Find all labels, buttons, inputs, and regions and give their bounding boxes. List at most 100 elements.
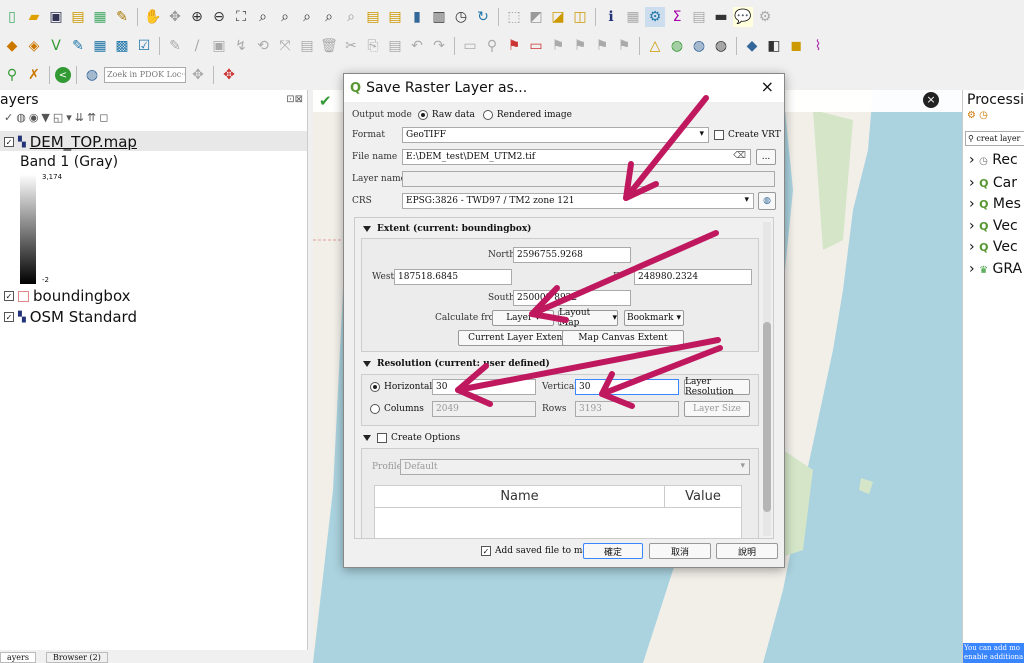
tab-browser[interactable]: Browser (2) bbox=[45, 651, 108, 663]
measure-icon[interactable]: ▬ bbox=[711, 7, 731, 27]
copy-icon[interactable]: ⎘ bbox=[363, 36, 383, 56]
layer-size-button[interactable]: Layer Size bbox=[684, 401, 750, 417]
zoom-last-icon[interactable]: ⌕ bbox=[319, 7, 339, 27]
pencil-icon[interactable]: ✎ bbox=[68, 36, 88, 56]
label-change-icon[interactable]: ⚑ bbox=[592, 36, 612, 56]
layer-name-input[interactable] bbox=[402, 171, 775, 187]
horizontal-radio[interactable] bbox=[370, 382, 380, 392]
style-manager-icon[interactable]: ✎ bbox=[112, 7, 132, 27]
statistics-icon[interactable]: Σ bbox=[667, 7, 687, 27]
deselect-icon[interactable]: ◪ bbox=[548, 7, 568, 27]
zoom-selection-icon[interactable]: ⌕ bbox=[253, 7, 273, 27]
vertical-input[interactable]: 30 bbox=[575, 379, 679, 395]
pdok-icon[interactable]: ◍ bbox=[82, 65, 102, 85]
node-tool-icon[interactable]: ⤧ bbox=[275, 36, 295, 56]
resolution-section-header[interactable]: Resolution (current: user defined) bbox=[363, 359, 550, 369]
layer-resolution-button[interactable]: Layer Resolution bbox=[684, 377, 750, 397]
crs-select[interactable]: EPSG:3826 - TWD97 / TM2 zone 121 ▾ bbox=[402, 193, 754, 209]
share-icon[interactable]: < bbox=[55, 67, 71, 83]
create-options-checkbox[interactable] bbox=[377, 433, 387, 443]
columns-input[interactable]: 2049 bbox=[432, 401, 536, 417]
processing-item-recent[interactable]: › ◷ Rec bbox=[969, 150, 1022, 173]
new-print-layout-icon[interactable]: ▤ bbox=[68, 7, 88, 27]
label-hide-icon[interactable]: ▭ bbox=[526, 36, 546, 56]
processing-settings-icon[interactable]: ⚙ bbox=[645, 7, 665, 27]
zoom-next-icon[interactable]: ⌕ bbox=[341, 7, 361, 27]
move-feature-icon[interactable]: ⟲ bbox=[253, 36, 273, 56]
calc-layer-button[interactable]: Layer ▾ bbox=[492, 310, 554, 326]
bookmark-button[interactable]: Bookmark ▾ bbox=[624, 310, 684, 326]
locator-search-icon[interactable]: ⚲ bbox=[2, 65, 22, 85]
modify-attr-icon[interactable]: ▤ bbox=[297, 36, 317, 56]
extent-section-header[interactable]: Extent (current: boundingbox) bbox=[363, 224, 531, 234]
processing-search-input[interactable]: ⚲ creat layer bbox=[965, 131, 1024, 146]
db-icon[interactable]: ◼ bbox=[786, 36, 806, 56]
processing-toolbar-icons[interactable]: ⚙ ◷ bbox=[967, 110, 988, 121]
digitize-v-icon[interactable]: ☑ bbox=[134, 36, 154, 56]
select-features-icon[interactable]: ⬚ bbox=[504, 7, 524, 27]
horizontal-input[interactable]: 30 bbox=[432, 379, 536, 395]
zoom-native-icon[interactable]: ⌕ bbox=[297, 7, 317, 27]
layer-boundingbox-checkbox[interactable]: ✓ bbox=[4, 291, 14, 301]
rendered-image-radio[interactable] bbox=[482, 110, 493, 120]
pan-icon[interactable]: ✋ bbox=[143, 7, 163, 27]
browse-button[interactable]: ... bbox=[756, 149, 776, 165]
south-input[interactable]: 250009 8922 bbox=[513, 290, 631, 306]
edit-pencil-icon[interactable]: ✎ bbox=[165, 36, 185, 56]
rows-input[interactable]: 3193 bbox=[575, 401, 679, 417]
help-button[interactable]: 說明 bbox=[716, 543, 778, 559]
globe-icon[interactable]: ◍ bbox=[667, 36, 687, 56]
layer-item-osm[interactable]: ✓ ▚ OSM Standard bbox=[4, 308, 137, 326]
raw-data-radio[interactable] bbox=[417, 110, 428, 120]
east-input[interactable]: 248980.2324 bbox=[634, 269, 752, 285]
scrollbar-thumb[interactable] bbox=[763, 322, 771, 512]
pdok-search-input[interactable]: Zoek in PDOK Loc··· bbox=[104, 67, 186, 83]
table-icon[interactable]: ▦ bbox=[90, 36, 110, 56]
cut-icon[interactable]: ✂ bbox=[341, 36, 361, 56]
checkmark-icon[interactable]: ✔ bbox=[319, 92, 332, 110]
map-tips-icon[interactable]: 💬 bbox=[733, 7, 753, 27]
dialog-close-button[interactable]: × bbox=[761, 77, 774, 96]
current-layer-extent-button[interactable]: Current Layer Extent bbox=[458, 330, 576, 346]
undo-icon[interactable]: ↶ bbox=[407, 36, 427, 56]
clear-icon[interactable]: ⌫ bbox=[733, 151, 746, 161]
crs-selector-button[interactable]: ◍ bbox=[758, 192, 776, 210]
zoom-layer-icon[interactable]: ⌕ bbox=[275, 7, 295, 27]
paste-icon[interactable]: ▤ bbox=[385, 36, 405, 56]
add-saved-row[interactable]: ✓ Add saved file to map bbox=[481, 546, 594, 556]
digitize-icon[interactable]: ◈ bbox=[24, 36, 44, 56]
north-input[interactable]: 2596755.9268 bbox=[513, 247, 631, 263]
map-canvas-extent-button[interactable]: Map Canvas Extent bbox=[562, 330, 684, 346]
tab-layers[interactable]: ayers bbox=[0, 651, 36, 663]
plugin-x-icon[interactable]: ✗ bbox=[24, 65, 44, 85]
layout-map-button[interactable]: Layout Map ▾ bbox=[558, 308, 618, 328]
attribute-table-icon[interactable]: ▦ bbox=[623, 7, 643, 27]
grid-icon[interactable]: ▩ bbox=[112, 36, 132, 56]
triangle-icon[interactable]: △ bbox=[645, 36, 665, 56]
edit-layer-icon[interactable]: ◆ bbox=[2, 36, 22, 56]
layout-manager-icon[interactable]: ▦ bbox=[90, 7, 110, 27]
zoom-in-icon[interactable]: ⊕ bbox=[187, 7, 207, 27]
processing-item-cart[interactable]: › Q Car bbox=[969, 173, 1022, 195]
zoom-full-icon[interactable]: ⛶ bbox=[231, 7, 251, 27]
select-value-icon[interactable]: ◩ bbox=[526, 7, 546, 27]
calculator-icon[interactable]: ▤ bbox=[689, 7, 709, 27]
profile-select[interactable]: Default ▾ bbox=[400, 459, 750, 475]
network-icon[interactable]: ✥ bbox=[219, 65, 239, 85]
map-close-icon[interactable]: × bbox=[923, 92, 939, 108]
open-project-icon[interactable]: ▰ bbox=[24, 7, 44, 27]
cancel-button[interactable]: 取消 bbox=[649, 543, 711, 559]
show-bookmarks-icon[interactable]: ▥ bbox=[429, 7, 449, 27]
add-saved-checkbox[interactable]: ✓ bbox=[481, 546, 491, 556]
vertex-icon[interactable]: V bbox=[46, 36, 66, 56]
file-name-input[interactable]: E:\DEM_test\DEM_UTM2.tif ⌫ bbox=[402, 149, 751, 165]
select-location-icon[interactable]: ◫ bbox=[570, 7, 590, 27]
format-select[interactable]: GeoTIFF ▾ bbox=[402, 127, 709, 143]
layer-item-dem[interactable]: ✓ ▚ DEM_TOP.map bbox=[4, 133, 137, 151]
globe3-icon[interactable]: ◍ bbox=[711, 36, 731, 56]
identify-icon[interactable]: ℹ bbox=[601, 7, 621, 27]
pan-to-selection-icon[interactable]: ✥ bbox=[165, 7, 185, 27]
west-input[interactable]: 187518.6845 bbox=[394, 269, 512, 285]
label-show-icon[interactable]: ⚑ bbox=[504, 36, 524, 56]
processing-item-mesh[interactable]: › Q Mes bbox=[969, 194, 1022, 216]
